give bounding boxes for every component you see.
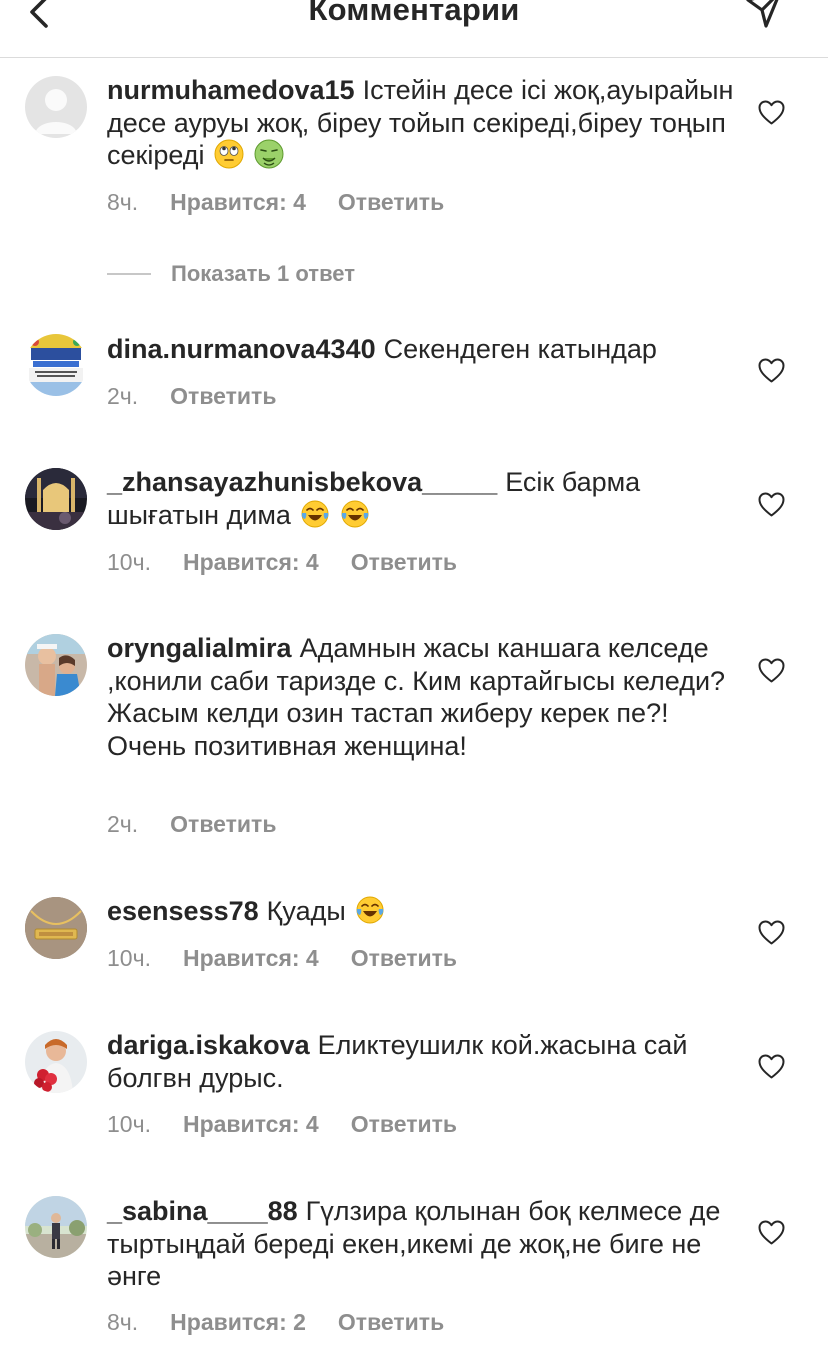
heart-icon [758,100,785,125]
stationery-shop-avatar-icon [25,334,87,396]
top-navigation-bar: Комментарии [0,0,828,58]
reply-button[interactable]: Ответить [170,811,276,837]
likes-count[interactable]: Нравится: 2 [170,1309,306,1335]
mosque-night-avatar-icon [25,468,87,530]
comment-meta: 8ч. Нравится: 2 Ответить [107,1309,444,1336]
comment-username[interactable]: nurmuhamedova15 [107,75,355,105]
show-replies-label: Показать 1 ответ [171,261,356,286]
comment-username[interactable]: esensess78 [107,896,259,926]
page-title: Комментарии [308,0,520,27]
comment-username[interactable]: _sabina____88 [107,1196,298,1226]
comment-username[interactable]: oryngalialmira [107,633,292,663]
default-avatar-icon [25,76,87,138]
like-button[interactable] [757,1052,786,1081]
comment-time: 10ч. [107,945,151,971]
replies-divider-line [107,273,151,275]
comment-meta: 10ч. Нравится: 4 Ответить [107,1111,457,1138]
tears-of-joy-icon [340,499,370,529]
comment-meta: 2ч. Ответить [107,811,276,838]
show-replies-button[interactable]: Показать 1 ответ [107,258,355,290]
avatar[interactable] [25,76,87,138]
like-button[interactable] [757,356,786,385]
avatar[interactable] [25,634,87,696]
avatar[interactable] [25,897,87,959]
avatar[interactable] [25,334,87,396]
likes-count[interactable]: Нравится: 4 [183,1111,319,1137]
reply-button[interactable]: Ответить [351,549,457,575]
reply-button[interactable]: Ответить [338,1309,444,1335]
heart-icon [758,492,785,517]
likes-count[interactable]: Нравится: 4 [183,945,319,971]
avatar[interactable] [25,1196,87,1258]
share-button[interactable] [742,0,786,34]
comment-text: dariga.iskakova Еликтеушилк кой.жасына са… [107,1029,737,1094]
reply-button[interactable]: Ответить [351,945,457,971]
comment-username[interactable]: _zhansayazhunisbekova_____ [107,467,497,497]
like-button[interactable] [757,98,786,127]
gold-necklace-avatar-icon [25,897,87,959]
tears-of-joy-icon [300,499,330,529]
like-button[interactable] [757,656,786,685]
couple-photo-avatar-icon [25,634,87,696]
comment-body: Қуады [266,896,346,926]
comment-text: oryngalialmira Адамнын жасы каншага келсе… [107,632,737,762]
comment-body: Секендеген катындар [383,334,657,364]
comment-meta: 8ч. Нравится: 4 Ответить [107,189,444,216]
comment-time: 8ч. [107,189,139,215]
woman-with-roses-avatar-icon [25,1031,87,1093]
face-with-rolling-eyes-icon [214,139,244,169]
person-outdoors-avatar-icon [25,1196,87,1258]
avatar[interactable] [25,1031,87,1093]
paper-plane-icon [746,0,779,28]
likes-count[interactable]: Нравится: 4 [183,549,319,575]
likes-count[interactable]: Нравится: 4 [170,189,306,215]
comment-meta: 2ч. Ответить [107,383,276,410]
comment-time: 10ч. [107,549,151,575]
heart-icon [758,920,785,945]
like-button[interactable] [757,1218,786,1247]
comment-username[interactable]: dina.nurmanova4340 [107,334,376,364]
like-button[interactable] [757,490,786,519]
comment-time: 8ч. [107,1309,139,1335]
reply-button[interactable]: Ответить [351,1111,457,1137]
tears-of-joy-icon [355,895,385,925]
comment-username[interactable]: dariga.iskakova [107,1030,310,1060]
comment-text: esensess78 Қуады [107,895,737,928]
comment-text: _zhansayazhunisbekova_____ Есік барма шығ… [107,466,737,531]
nauseated-face-icon [254,139,284,169]
heart-icon [758,658,785,683]
comment-text: nurmuhamedova15 Істейін десе ісі жоқ,ауыр… [107,74,737,172]
comment-text: dina.nurmanova4340 Секендеген катындар [107,333,737,366]
comment-time: 10ч. [107,1111,151,1137]
comment-text: _sabina____88 Гүлзира қолынан боқ келмесе… [107,1195,737,1293]
like-button[interactable] [757,918,786,947]
comment-meta: 10ч. Нравится: 4 Ответить [107,549,457,576]
heart-icon [758,358,785,383]
reply-button[interactable]: Ответить [338,189,444,215]
heart-icon [758,1054,785,1079]
comment-time: 2ч. [107,383,139,409]
avatar[interactable] [25,468,87,530]
comment-time: 2ч. [107,811,139,837]
comment-meta: 10ч. Нравится: 4 Ответить [107,945,457,972]
reply-button[interactable]: Ответить [170,383,276,409]
heart-icon [758,1220,785,1245]
